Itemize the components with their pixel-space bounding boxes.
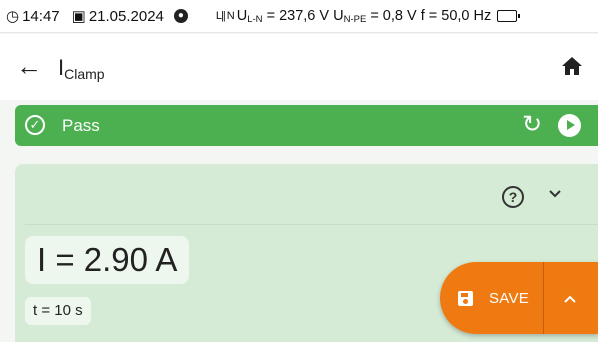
u-ln-label: U [236,7,248,24]
calendar-icon: ▣ [71,8,86,25]
play-icon[interactable] [558,114,581,137]
help-icon[interactable]: ? [502,186,524,208]
back-arrow-icon[interactable]: ← [16,52,44,80]
title-sub: Clamp [64,66,105,82]
floppy-disk-icon [458,291,473,306]
pass-label: Pass [62,116,100,135]
u-npe-value: = 0,8 V [370,7,417,24]
check-circle-icon: ✓ [25,115,45,135]
u-ln-value: = 237,6 V [266,7,330,24]
save-button[interactable]: SAVE [440,262,598,334]
voltage-readout: UL-N = 237,6 V UN-PE = 0,8 V f = 50,0 Hz [237,8,491,25]
app-bar: ← IClamp [0,34,598,100]
clock-icon: ◷ [6,8,20,25]
user-icon: ● [173,9,188,23]
status-date: 21.05.2024 [88,7,164,25]
status-time: 14:47 [22,7,60,25]
page-title: IClamp [58,55,105,82]
frequency-value: f = 50,0 Hz [420,7,492,24]
time-value: t = 10 s [25,297,91,325]
home-icon[interactable] [560,54,584,78]
chevron-down-icon[interactable] [548,187,562,201]
repeat-icon[interactable]: ↻ [522,111,542,139]
save-label: SAVE [489,290,530,307]
save-divider [543,262,544,334]
u-ln-sub: L-N [247,13,263,25]
phase-indicator: L|| N [215,10,235,22]
divider [25,224,598,225]
pass-status-bar: ✓ Pass ↻ [15,105,598,146]
status-bar: ◷ 14:47 ▣ 21.05.2024 ● L|| N UL-N = 237,… [0,0,598,33]
current-result: I = 2.90 A [25,236,190,284]
chevron-up-icon[interactable] [563,292,577,306]
u-npe-label: U [333,7,344,24]
battery-icon [497,10,521,22]
u-npe-sub: N-PE [343,13,367,25]
